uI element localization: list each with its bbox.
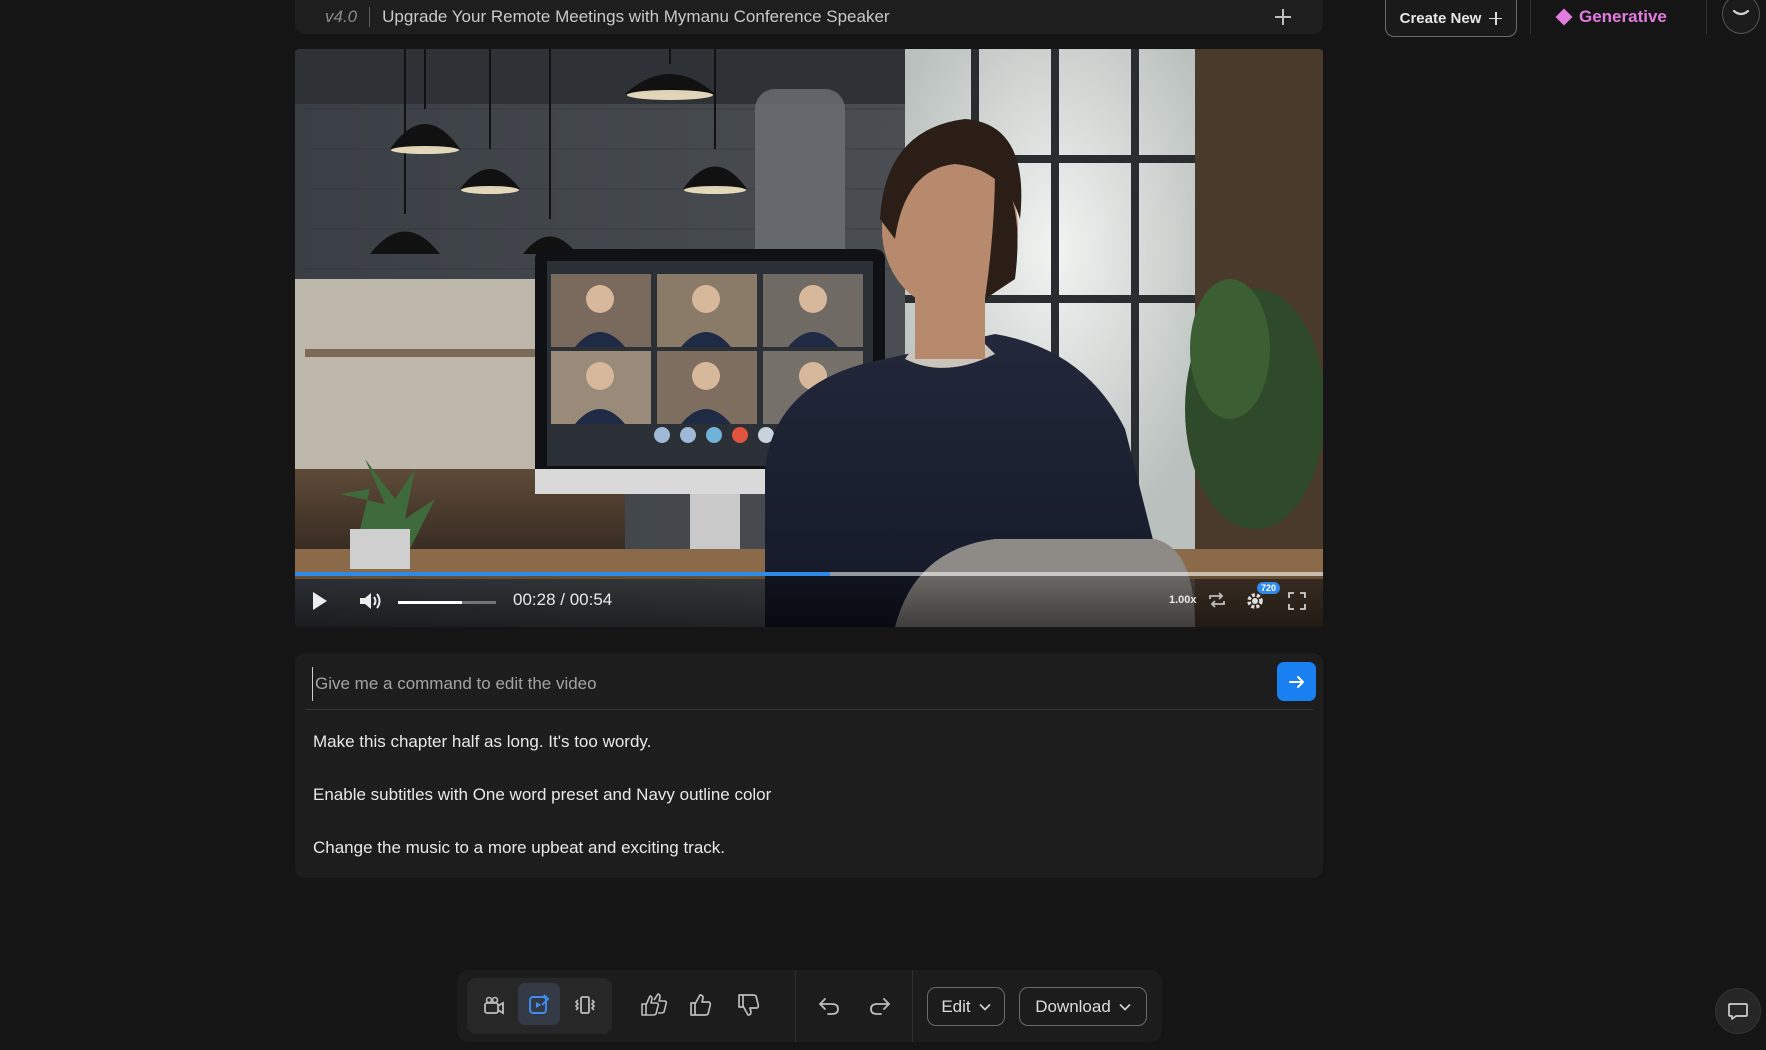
panel-divider [305,709,1313,710]
edit-label: Edit [941,996,971,1016]
chat-bubble-icon [1728,1003,1748,1020]
video-editor-page: v4.0 Upgrade Your Remote Meetings with M… [0,0,1766,1050]
volume-slider[interactable] [398,601,496,604]
video-camera-icon[interactable] [482,994,506,1018]
playback-speed-button[interactable]: 1.00x [1169,594,1197,606]
project-title-bar: v4.0 Upgrade Your Remote Meetings with M… [295,0,1323,34]
title-divider [369,7,371,27]
player-controls: 00:28 / 00:54 1.00x 720 [295,576,1323,627]
plus-icon [1489,11,1503,25]
send-button[interactable] [1277,662,1316,701]
suggestion-item[interactable]: Change the music to a more upbeat and ex… [313,838,725,858]
arrow-right-icon [1288,675,1304,688]
thumbs-down-icon[interactable] [736,992,762,1018]
version-label: v4.0 [325,7,358,26]
double-thumbs-up-icon[interactable] [639,992,669,1018]
download-dropdown[interactable]: Download [1019,987,1147,1026]
command-input[interactable] [312,667,1242,701]
header-divider [1530,0,1531,34]
redo-icon[interactable] [868,995,892,1017]
chevron-down-icon [979,1003,991,1011]
volume-fill [398,601,462,604]
header-divider-2 [1706,0,1707,34]
time-readout: 00:28 / 00:54 [513,590,612,610]
project-title[interactable]: Upgrade Your Remote Meetings with Mymanu… [382,7,1273,27]
quality-badge: 720 [1257,582,1281,594]
create-new-label: Create New [1399,9,1482,27]
chat-support-button[interactable] [1715,988,1761,1034]
diamond-icon [1555,8,1573,26]
create-new-button[interactable]: Create New [1385,0,1517,37]
vibrate-icon[interactable] [573,993,597,1017]
chevron-down-icon [1119,1003,1131,1011]
thumbs-up-icon[interactable] [688,992,714,1018]
loop-icon[interactable] [1207,591,1227,609]
toolbar-divider [912,970,913,1042]
play-icon[interactable] [311,590,329,612]
current-time: 00:28 [513,590,556,609]
duration: 00:54 [569,590,613,609]
command-panel: Make this chapter half as long. It's too… [295,653,1323,878]
edit-video-icon[interactable] [527,992,551,1016]
volume-icon[interactable] [358,590,384,612]
undo-icon[interactable] [817,995,841,1017]
account-menu-button[interactable] [1722,0,1760,34]
add-tab-icon[interactable] [1273,7,1293,27]
chevron-down-icon [1732,9,1750,16]
generative-button[interactable]: Generative [1555,4,1667,30]
video-player[interactable]: 00:28 / 00:54 1.00x 720 [295,49,1323,627]
download-label: Download [1035,996,1111,1016]
toolbar-divider [795,970,796,1042]
fullscreen-icon[interactable] [1287,591,1307,611]
video-frame [295,49,1323,627]
suggestion-item[interactable]: Enable subtitles with One word preset an… [313,785,771,805]
generative-label: Generative [1579,7,1667,26]
time-separator: / [555,590,570,609]
edit-dropdown[interactable]: Edit [927,987,1005,1026]
bottom-toolbar: Edit Download [457,970,1162,1042]
suggestion-item[interactable]: Make this chapter half as long. It's too… [313,732,651,752]
